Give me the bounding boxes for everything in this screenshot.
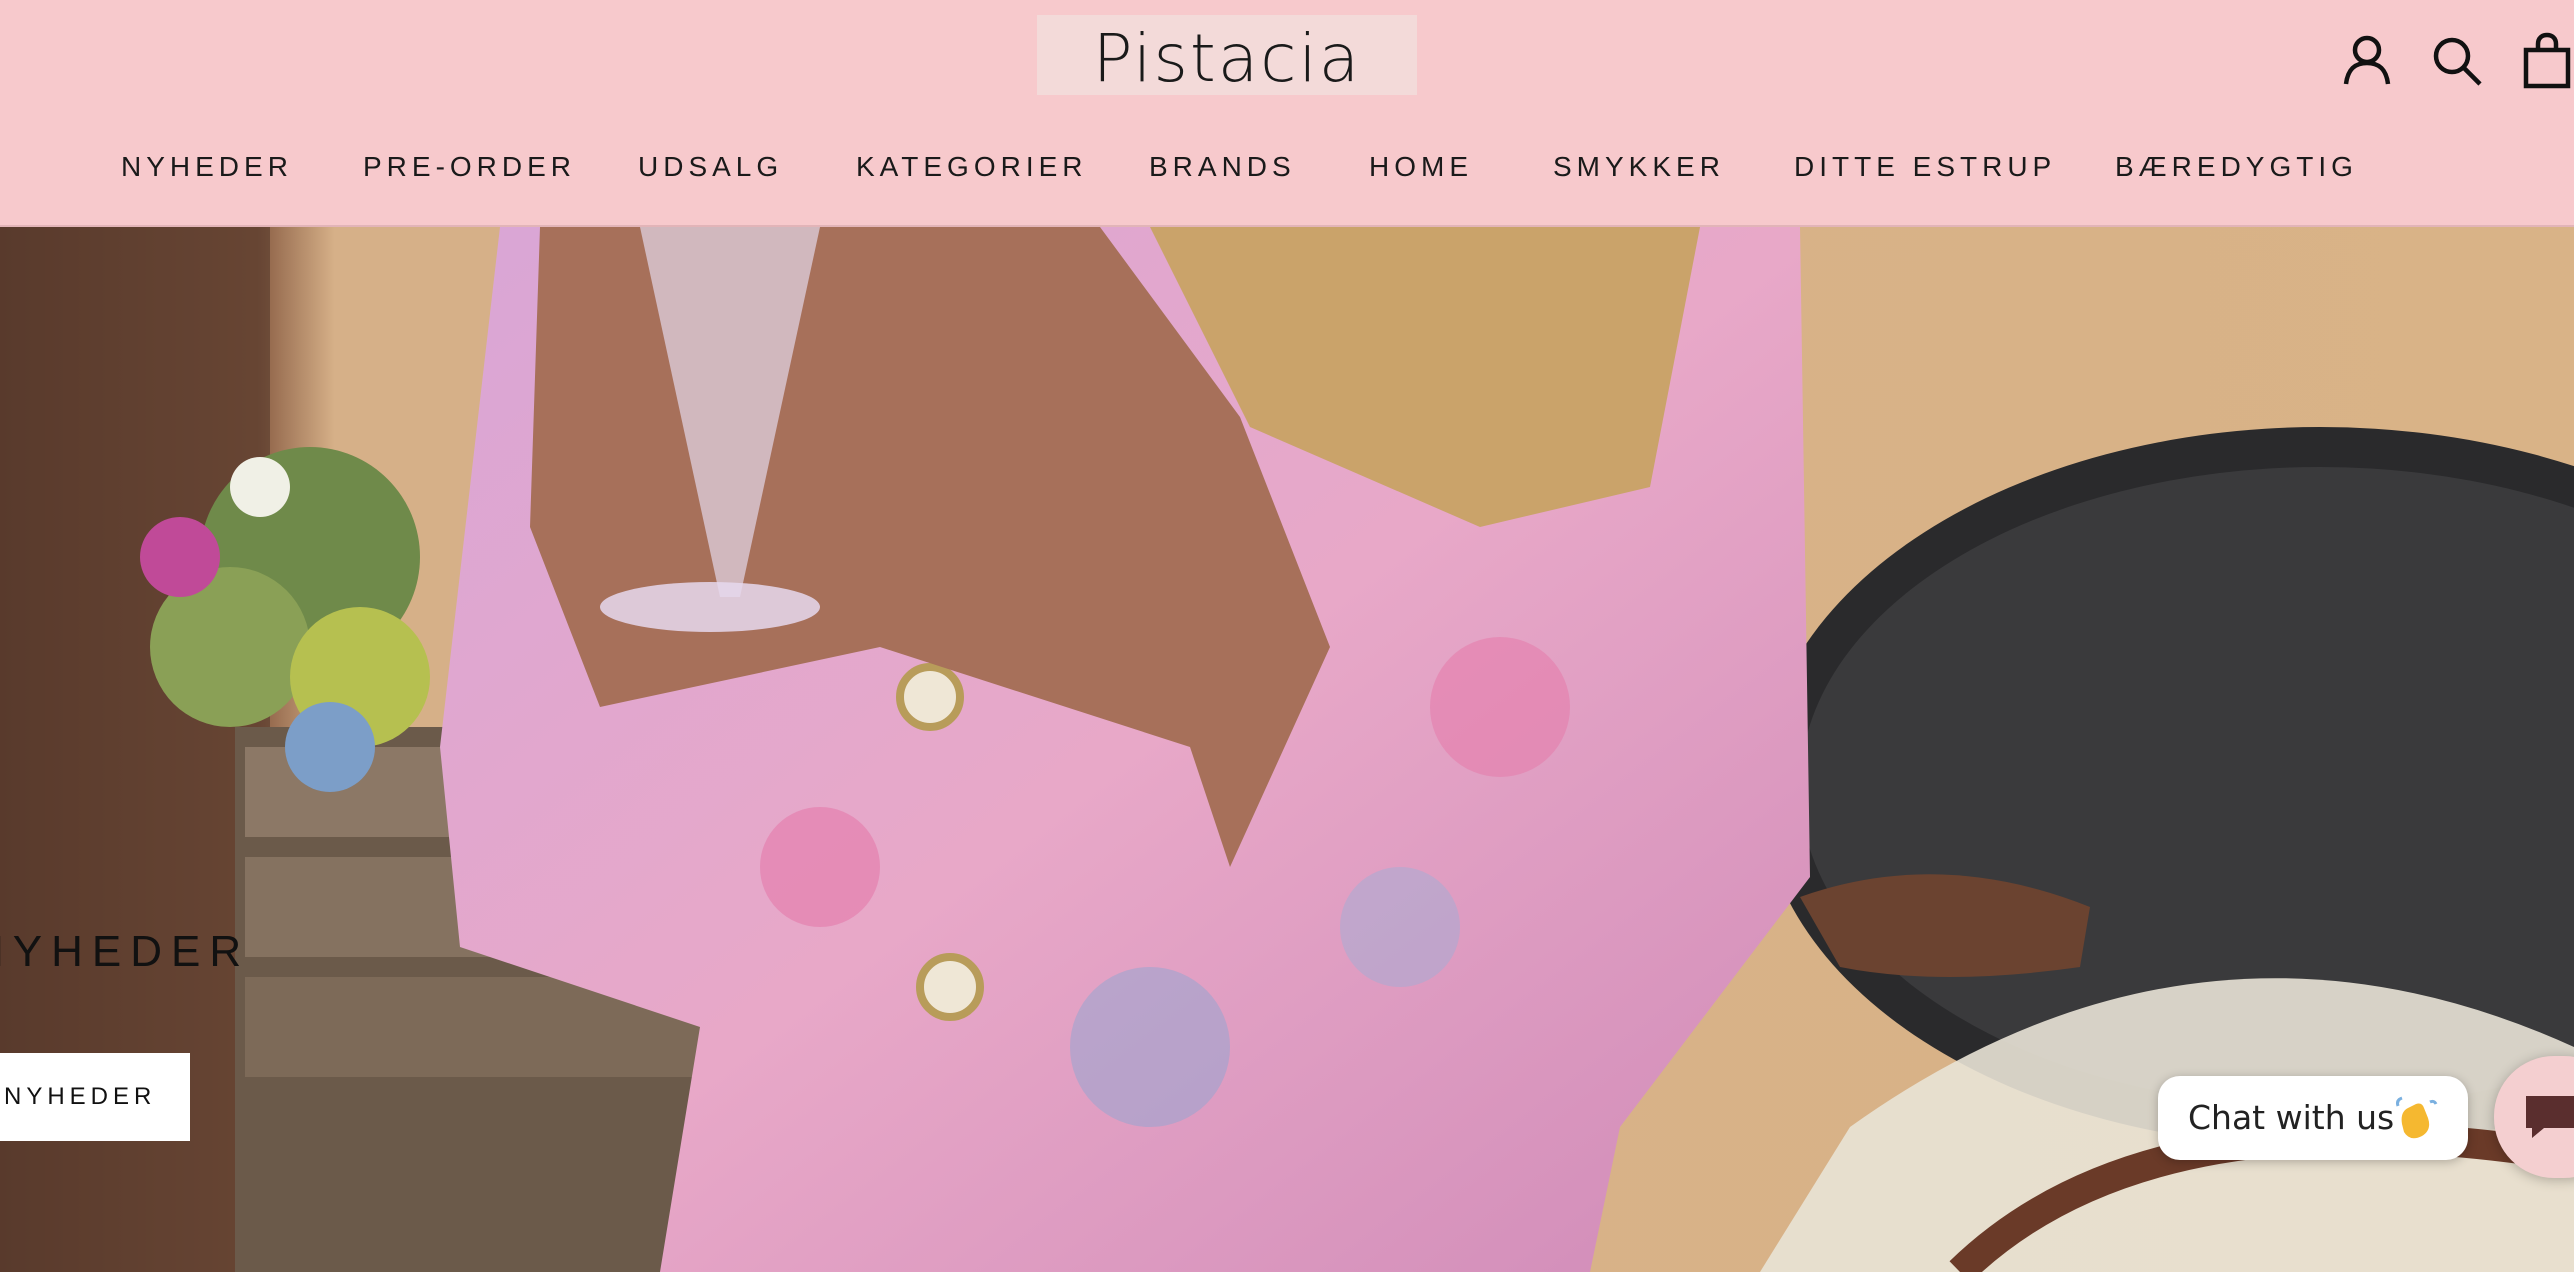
nav-item-pre-order[interactable]: PRE-ORDER (363, 147, 576, 187)
nav-item-brands[interactable]: BRANDS (1149, 147, 1296, 187)
nav-item-ditte-estrup[interactable]: DITTE ESTRUP (1794, 147, 2056, 187)
waving-hand-icon (2392, 1094, 2438, 1142)
main-navigation: NYHEDER PRE-ORDER UDSALG KATEGORIER BRAN… (0, 147, 2574, 197)
search-icon[interactable] (2426, 30, 2488, 92)
hero-cta-label: NYHEDER (4, 1083, 157, 1110)
chat-prompt-text: Chat with us (2188, 1098, 2395, 1137)
nav-item-home[interactable]: HOME (1369, 147, 1473, 187)
nav-item-udsalg[interactable]: UDSALG (638, 147, 783, 187)
site-logo: Pistacia (1092, 20, 1362, 97)
hero-cta-button[interactable]: NYHEDER (0, 1053, 190, 1141)
cart-icon[interactable] (2516, 30, 2574, 92)
site-header: Pistacia NYHEDER PRE-ORDER UDSALG KATEGO… (0, 0, 2574, 227)
nav-item-kategorier[interactable]: KATEGORIER (856, 147, 1088, 187)
account-icon[interactable] (2336, 30, 2398, 92)
hero-heading: NYHEDER (0, 927, 251, 976)
chat-icon (2526, 1096, 2574, 1138)
nav-item-nyheder[interactable]: NYHEDER (121, 147, 293, 187)
logo-link[interactable]: Pistacia (1037, 15, 1417, 97)
nav-item-baeredygtig[interactable]: BÆREDYGTIG (2115, 147, 2358, 187)
chat-prompt-bubble[interactable]: Chat with us (2158, 1076, 2468, 1160)
nav-item-smykker[interactable]: SMYKKER (1553, 147, 1725, 187)
